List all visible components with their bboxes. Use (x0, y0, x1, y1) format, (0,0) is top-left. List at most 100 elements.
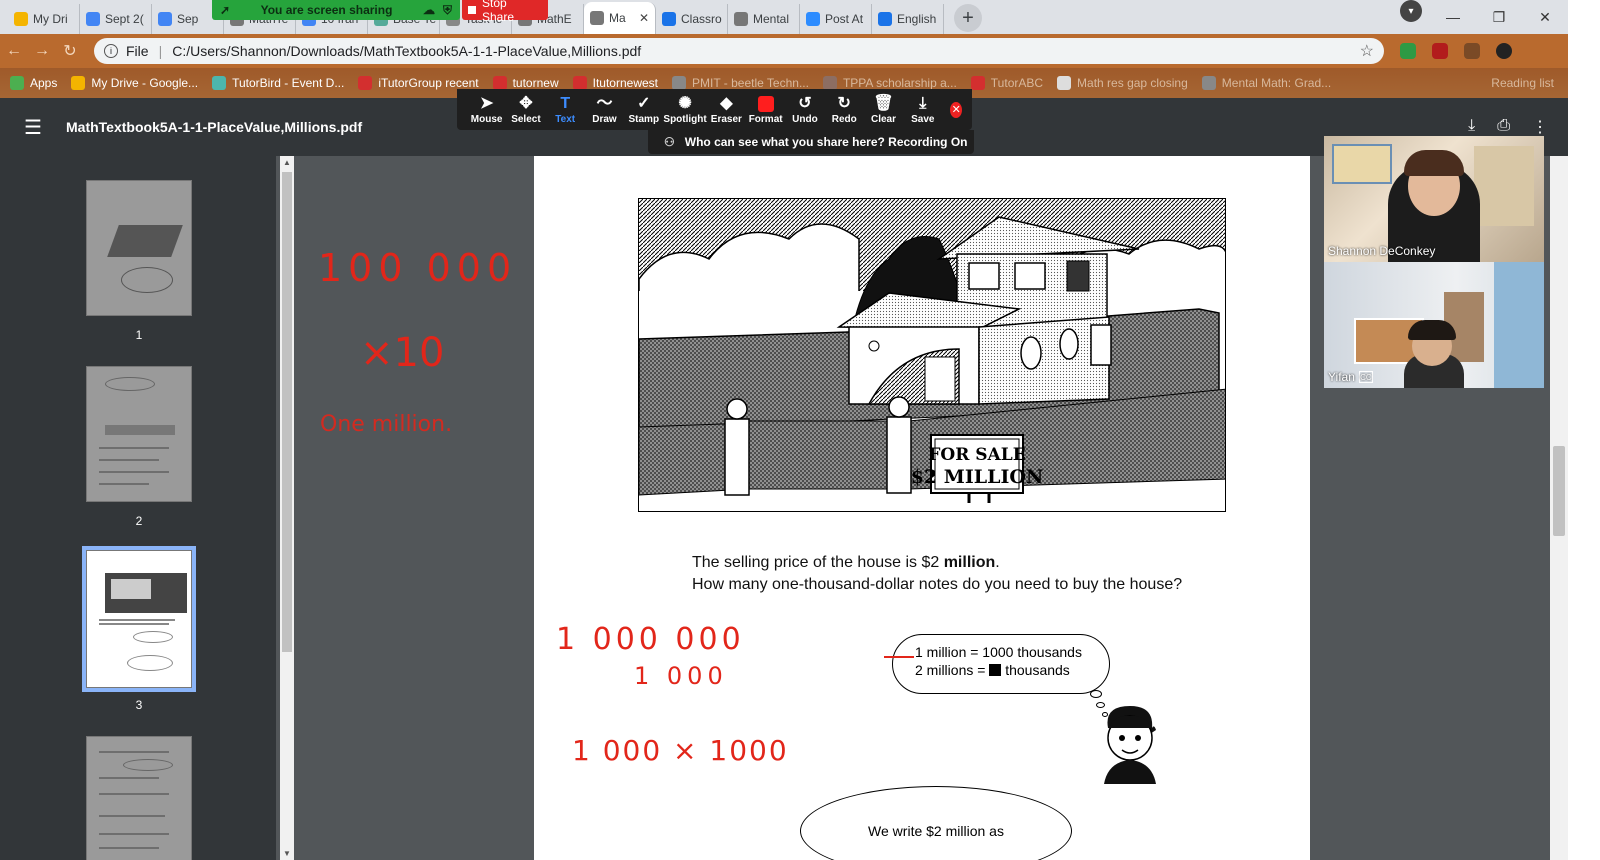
annotate-tool-redo[interactable]: ↻ Redo (825, 94, 864, 125)
annotate-tool-select[interactable]: ✥ Select (506, 94, 545, 125)
video-tile-yifan[interactable]: Yifan CC (1324, 262, 1544, 388)
tool-label: Redo (831, 114, 857, 125)
bookmark-favicon-icon (1057, 76, 1072, 90)
tool-label: Select (511, 114, 541, 125)
thumbnail-sidebar: 1 2 3 (0, 156, 276, 860)
offscreen-area (1568, 0, 1600, 860)
tool-label: Spotlight (663, 114, 707, 125)
bookmark-favicon-icon (492, 76, 507, 90)
bookmark-favicon-icon (572, 76, 587, 90)
close-tab-icon[interactable]: ✕ (639, 11, 649, 25)
browser-tab[interactable]: Mental (728, 4, 800, 34)
stop-share-button[interactable]: Stop Share (462, 0, 548, 24)
annotate-tool-text[interactable]: T Text (546, 94, 585, 125)
info-icon[interactable]: i (104, 44, 118, 58)
browser-tab[interactable]: Classro (656, 4, 728, 34)
thumbnail-page-4[interactable] (86, 736, 192, 860)
browser-tab[interactable]: Ma ✕ (584, 2, 656, 34)
tab-favicon-icon (734, 12, 748, 26)
screen-sharing-banner[interactable]: ➚ You are screen sharing ☁ ⛨ (212, 0, 460, 20)
bookmark-label: PMIT - beetle Techn... (692, 76, 809, 90)
annotate-tool-format[interactable]: Format (746, 94, 785, 125)
tab-favicon-icon (590, 11, 604, 25)
undo-icon: ↺ (798, 95, 812, 112)
download-icon[interactable]: ⤓ (1468, 117, 1475, 137)
annotate-tool-draw[interactable]: 〜 Draw (585, 94, 624, 125)
tool-label: Text (555, 114, 576, 125)
bookmark-label: My Drive - Google... (91, 76, 199, 90)
reading-list-button[interactable]: Reading list (1491, 76, 1554, 90)
question-line-1: The selling price of the house is $2 mil… (692, 554, 1000, 571)
browser-tab[interactable]: My Dri (8, 4, 80, 34)
bookmark-item[interactable]: Math res gap closing (1057, 76, 1188, 90)
tab-label: Sept 2( (105, 12, 144, 26)
profile-avatar[interactable] (1496, 43, 1512, 59)
browser-tab[interactable]: Post At (800, 4, 872, 34)
print-icon[interactable]: ⎙ (1497, 117, 1510, 137)
stamp-icon: ✓ (637, 95, 651, 112)
address-bar[interactable]: i File | C:/Users/Shannon/Downloads/Math… (94, 38, 1384, 64)
thumbnail-page-2[interactable] (86, 366, 192, 502)
annotate-tool-save[interactable]: ⤓ Save (903, 94, 942, 125)
main-scrollbar-thumb[interactable] (1553, 446, 1565, 536)
bookmark-label: TutorBird - Event D... (232, 76, 345, 90)
bookmark-item[interactable]: TPPA scholarship a... (822, 76, 957, 90)
close-annotate-icon[interactable]: ✕ (950, 101, 963, 118)
annotate-tool-stamp[interactable]: ✓ Stamp (624, 94, 663, 125)
tab-favicon-icon (806, 12, 820, 26)
sidebar-scrollbar[interactable]: ▲ ▼ (280, 156, 294, 860)
bookmark-item[interactable]: Apps (10, 76, 57, 90)
back-button[interactable]: ← (0, 42, 28, 60)
bookmark-item[interactable]: iTutorGroup recent (358, 76, 479, 90)
thumbnail-page-3[interactable] (82, 546, 196, 692)
bookmark-item[interactable]: Mental Math: Grad... (1201, 76, 1331, 90)
forward-button[interactable]: → (28, 42, 56, 60)
text-icon: T (560, 95, 571, 112)
video-tile-shannon[interactable]: Shannon DeConkey (1324, 136, 1544, 262)
browser-tab[interactable]: English (872, 4, 944, 34)
recording-notice[interactable]: ⚇ Who can see what you share here? Recor… (648, 130, 974, 154)
thumbnail-page-1[interactable] (86, 180, 192, 316)
bookmark-item[interactable]: PMIT - beetle Techn... (672, 76, 809, 90)
annotate-tool-mouse[interactable]: ➤ Mouse (467, 94, 506, 125)
annotate-tool-clear[interactable]: 🗑 Clear (864, 94, 903, 125)
bookmark-item[interactable]: TutorBird - Event D... (212, 76, 344, 90)
screen: My DriSept 2(SepMathTe10 franBase TeTask… (0, 0, 1568, 860)
ublock-icon[interactable] (1432, 43, 1448, 59)
extension-icon[interactable] (1400, 43, 1416, 59)
menu-icon[interactable]: ☰ (0, 115, 66, 140)
ink-annotation: 1 000 × 1000 (572, 734, 789, 767)
people-icon: ⚇ (664, 135, 675, 149)
ink-stroke (884, 656, 914, 658)
browser-toolbar: ← → ↻ i File | C:/Users/Shannon/Download… (0, 34, 1568, 68)
main-scrollbar[interactable] (1550, 156, 1568, 860)
sign-text-for-sale: FOR SALE (928, 445, 1025, 465)
tab-search-icon[interactable]: ▾ (1400, 0, 1422, 22)
participant-name: Shannon DeConkey (1328, 244, 1436, 258)
minimize-button[interactable]: — (1430, 0, 1476, 34)
stop-icon (468, 6, 476, 14)
close-window-button[interactable]: ✕ (1522, 0, 1568, 34)
bookmark-item[interactable]: My Drive - Google... (71, 76, 198, 90)
bookmark-item[interactable]: Itutornewest (572, 76, 658, 90)
reload-button[interactable]: ↻ (56, 41, 84, 61)
restore-button[interactable]: ❐ (1476, 0, 1522, 34)
participant-name-row: Yifan CC (1328, 370, 1373, 384)
sidebar-scrollbar-thumb[interactable] (282, 172, 292, 652)
annotate-tool-undo[interactable]: ↺ Undo (785, 94, 824, 125)
tab-favicon-icon (14, 12, 28, 26)
browser-tab[interactable]: Sept 2( (80, 4, 152, 34)
bookmark-item[interactable]: TutorABC (970, 76, 1044, 90)
tab-label: Ma (609, 11, 626, 25)
more-options-icon[interactable]: ⋮ (1532, 117, 1548, 137)
annotate-tool-spotlight[interactable]: ✺ Spotlight (663, 94, 706, 125)
bookmark-label: iTutorGroup recent (378, 76, 479, 90)
tab-label: English (897, 12, 937, 26)
bookmark-item[interactable]: tutornew (492, 76, 559, 90)
new-tab-button[interactable]: + (954, 4, 982, 32)
bookmark-label: TutorABC (990, 76, 1044, 90)
annotate-tool-eraser[interactable]: ◆ Eraser (707, 94, 746, 125)
question-line-2: How many one-thousand-dollar notes do yo… (692, 576, 1183, 593)
puzzle-icon[interactable] (1464, 43, 1480, 59)
bookmark-star-icon[interactable]: ☆ (1360, 41, 1374, 61)
